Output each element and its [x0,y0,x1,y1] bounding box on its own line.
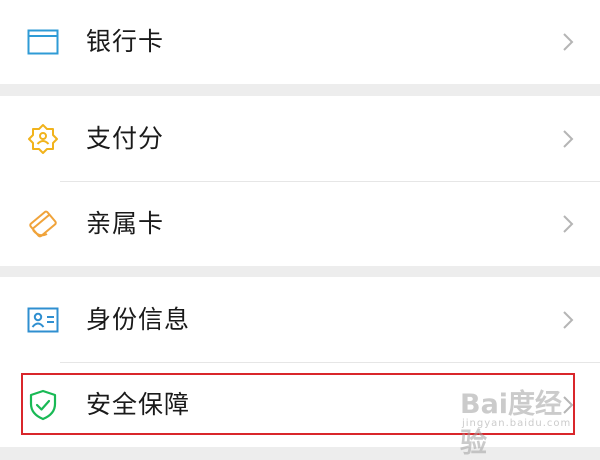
menu-item-identity[interactable]: 身份信息 [0,277,600,363]
menu-item-label: 身份信息 [86,305,191,334]
menu-item-security[interactable]: 安全保障 [0,363,600,447]
card-icon [26,25,60,59]
family-card-icon [26,207,60,241]
menu-item-label: 安全保障 [86,390,191,419]
chevron-right-icon [560,391,576,419]
payscore-badge-icon [26,122,60,156]
shield-check-icon [26,388,60,422]
chevron-right-icon [560,125,576,153]
group-bank: 银行卡 [0,0,600,84]
menu-item-label: 亲属卡 [86,209,165,238]
group-pay: 支付分 亲属卡 [0,96,600,266]
chevron-right-icon [560,28,576,56]
chevron-right-icon [560,210,576,238]
menu-item-label: 银行卡 [86,27,165,56]
menu-item-payscore[interactable]: 支付分 [0,96,600,182]
group-identity: 身份信息 安全保障 [0,277,600,447]
menu-item-family-card[interactable]: 亲属卡 [0,182,600,266]
chevron-right-icon [560,306,576,334]
menu-item-label: 支付分 [86,124,165,153]
id-card-icon [26,303,60,337]
menu-item-bank-card[interactable]: 银行卡 [0,0,600,84]
